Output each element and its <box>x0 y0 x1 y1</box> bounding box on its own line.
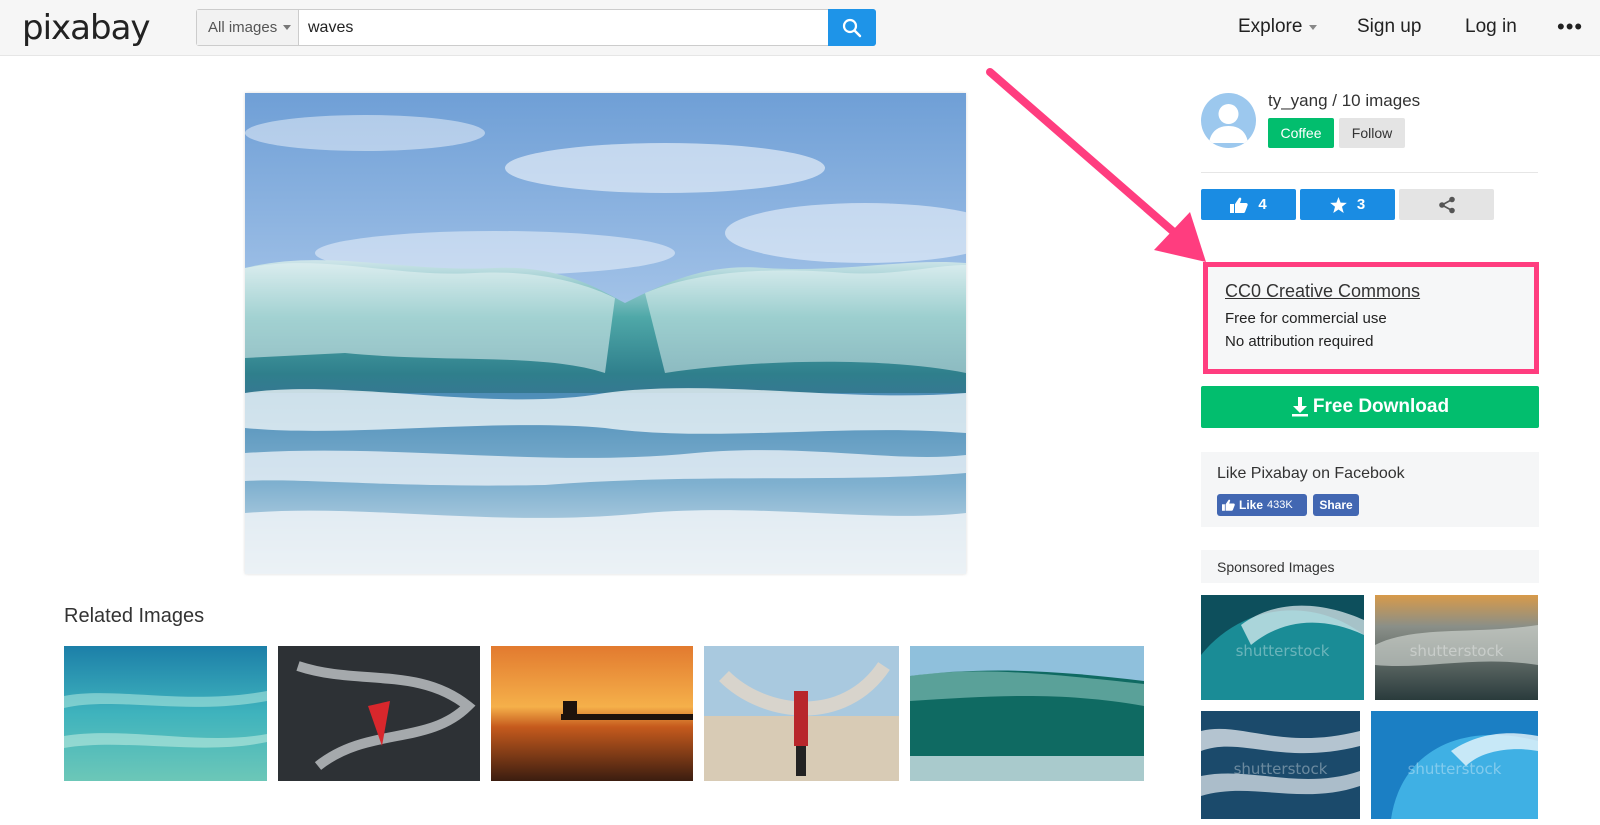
sponsored-image-2[interactable]: shutterstock <box>1375 595 1538 700</box>
user-avatar[interactable] <box>1201 93 1256 148</box>
more-menu-icon[interactable]: ••• <box>1557 14 1583 40</box>
license-commercial-text: Free for commercial use <box>1225 310 1387 327</box>
facebook-text: Like Pixabay on Facebook <box>1217 465 1405 482</box>
share-icon <box>1438 196 1455 213</box>
nav-signup[interactable]: Sign up <box>1357 16 1421 38</box>
share-button[interactable] <box>1399 189 1494 220</box>
search-input[interactable] <box>299 10 828 45</box>
related-image-5[interactable] <box>910 646 1144 781</box>
thumbs-up-icon <box>1222 499 1235 511</box>
pier-sunset-photo <box>491 646 693 781</box>
related-image-2[interactable] <box>278 646 480 781</box>
license-box: CC0 Creative Commons Free for commercial… <box>1203 262 1539 374</box>
sponsored-images-title: Sponsored Images <box>1201 550 1539 583</box>
license-attribution-text: No attribution required <box>1225 333 1374 350</box>
follow-button[interactable]: Follow <box>1339 118 1405 148</box>
pixabay-logo[interactable]: pixabay <box>22 8 151 48</box>
chevron-down-icon <box>1309 24 1318 30</box>
search-type-label: All images <box>208 19 278 36</box>
like-count: 4 <box>1258 196 1267 213</box>
search-button[interactable] <box>828 9 876 46</box>
shutterstock-watermark: shutterstock <box>1235 642 1330 661</box>
facebook-like-button[interactable]: Like 433K <box>1217 494 1307 516</box>
search-bar: All images <box>196 9 876 46</box>
shutterstock-watermark: shutterstock <box>1233 759 1328 778</box>
favorite-button[interactable]: 3 <box>1300 189 1395 220</box>
kitesurfer-beach-photo <box>704 646 899 781</box>
shallow-water-photo <box>64 646 267 781</box>
facebook-share-button[interactable]: Share <box>1313 494 1359 516</box>
free-download-button[interactable]: Free Download <box>1201 386 1539 428</box>
wave-photo <box>245 93 966 574</box>
windsurfer-photo <box>278 646 480 781</box>
sponsored-image-1[interactable]: shutterstock <box>1201 595 1364 700</box>
nav-explore-label: Explore <box>1238 16 1303 37</box>
thumbs-up-icon <box>1230 197 1249 213</box>
star-icon <box>1329 196 1347 213</box>
download-icon <box>1291 397 1308 417</box>
sponsored-image-4[interactable]: shutterstock <box>1371 711 1538 819</box>
facebook-box: Like Pixabay on Facebook Like 433K Share <box>1201 452 1539 527</box>
curling-wave-photo <box>910 646 1144 781</box>
related-images-title: Related Images <box>64 605 205 627</box>
like-button[interactable]: 4 <box>1201 189 1296 220</box>
related-image-4[interactable] <box>704 646 899 781</box>
related-image-1[interactable] <box>64 646 267 781</box>
shutterstock-watermark: shutterstock <box>1407 759 1502 778</box>
top-header: pixabay All images Explore Sign up Log i… <box>0 0 1600 56</box>
nav-explore[interactable]: Explore <box>1238 16 1318 38</box>
coffee-button[interactable]: Coffee <box>1268 118 1334 148</box>
favorite-count: 3 <box>1356 196 1366 213</box>
user-name-count[interactable]: ty_yang / 10 images <box>1268 91 1420 111</box>
sponsored-image-3[interactable]: shutterstock <box>1201 711 1360 819</box>
facebook-like-label: Like <box>1239 498 1264 512</box>
chevron-down-icon <box>283 25 292 30</box>
related-image-3[interactable] <box>491 646 693 781</box>
sidebar-divider <box>1201 172 1538 173</box>
user-icon <box>1209 104 1248 143</box>
search-icon <box>842 18 862 37</box>
nav-login[interactable]: Log in <box>1465 16 1517 38</box>
main-photo[interactable] <box>245 93 966 574</box>
free-download-label: Free Download <box>1312 396 1450 417</box>
license-link[interactable]: CC0 Creative Commons <box>1225 281 1534 302</box>
facebook-like-count: 433K <box>1267 499 1293 511</box>
shutterstock-watermark: shutterstock <box>1409 642 1504 661</box>
search-type-dropdown[interactable]: All images <box>197 10 299 45</box>
